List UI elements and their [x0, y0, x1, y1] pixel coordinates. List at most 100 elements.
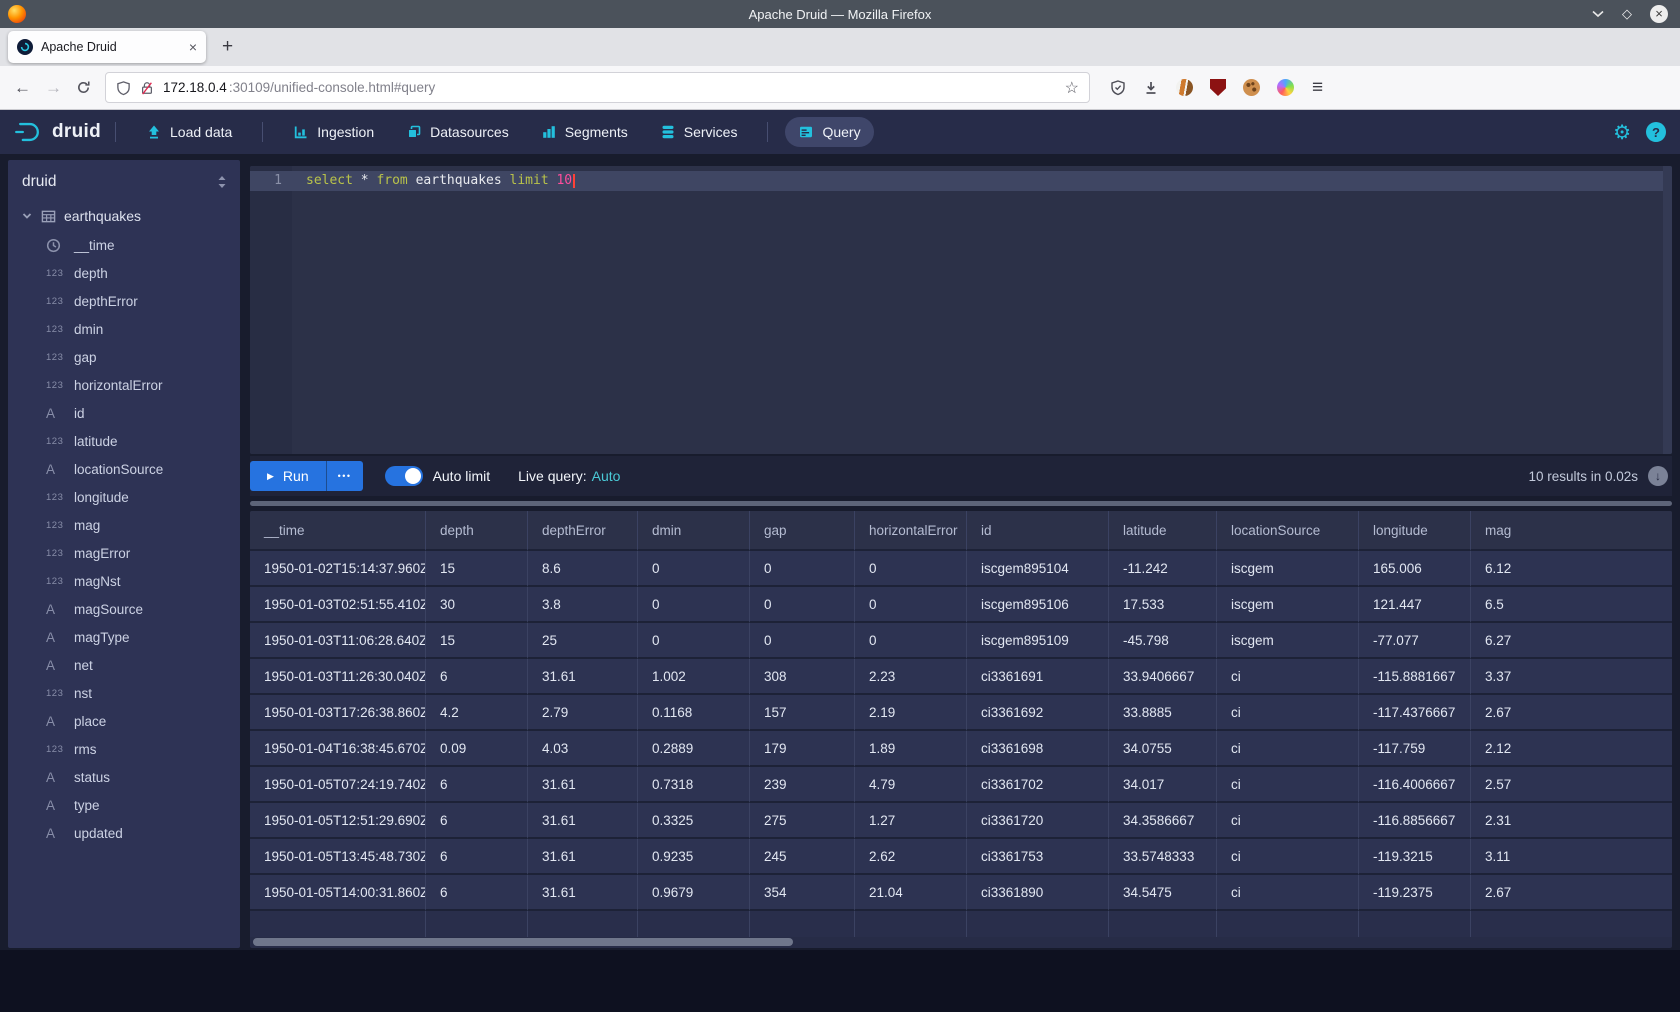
cell[interactable]: -115.8881667 — [1359, 659, 1471, 695]
cell[interactable]: 4.79 — [855, 767, 967, 803]
cell[interactable]: iscgem — [1217, 587, 1359, 623]
cell[interactable]: 6 — [426, 767, 528, 803]
cell[interactable]: 354 — [750, 875, 855, 911]
cell[interactable]: 1.27 — [855, 803, 967, 839]
cell[interactable]: 6.5 — [1471, 587, 1672, 623]
sidebar-column-longitude[interactable]: 123longitude — [8, 483, 240, 511]
cell[interactable]: 33.8885 — [1109, 695, 1217, 731]
cell[interactable]: 308 — [750, 659, 855, 695]
sidebar-column-latitude[interactable]: 123latitude — [8, 427, 240, 455]
sidebar-column-id[interactable]: Aid — [8, 399, 240, 427]
menu-hamburger-icon[interactable]: ≡ — [1312, 77, 1323, 99]
cell[interactable]: 121.447 — [1359, 587, 1471, 623]
cell[interactable]: 1950-01-05T07:24:19.740Z — [250, 767, 426, 803]
cell[interactable]: 3.8 — [528, 587, 638, 623]
sidebar-column-depth[interactable]: 123depth — [8, 259, 240, 287]
auto-limit-toggle[interactable] — [385, 466, 423, 486]
sidebar-column-dmin[interactable]: 123dmin — [8, 315, 240, 343]
nav-item-load-data[interactable]: Load data — [133, 117, 245, 147]
cell[interactable]: ci3361702 — [967, 767, 1109, 803]
sidebar-column-magType[interactable]: AmagType — [8, 623, 240, 651]
cell[interactable]: 4.03 — [528, 731, 638, 767]
cell[interactable]: 2.62 — [855, 839, 967, 875]
cell[interactable]: iscgem — [1217, 623, 1359, 659]
cell[interactable]: 6 — [426, 839, 528, 875]
run-button[interactable]: ▶ Run — [250, 461, 326, 491]
cell[interactable]: 31.61 — [528, 875, 638, 911]
sidebar-column-gap[interactable]: 123gap — [8, 343, 240, 371]
cell[interactable]: 0.9679 — [638, 875, 750, 911]
cell[interactable]: 0.2889 — [638, 731, 750, 767]
cell[interactable]: 34.3586667 — [1109, 803, 1217, 839]
cell[interactable]: 165.006 — [1359, 551, 1471, 587]
cell[interactable]: 15 — [426, 551, 528, 587]
cell[interactable]: 0 — [638, 551, 750, 587]
sidebar-column-status[interactable]: Astatus — [8, 763, 240, 791]
column-header-latitude[interactable]: latitude — [1109, 511, 1217, 551]
horizontal-scrollbar-thumb[interactable] — [253, 938, 793, 946]
nav-item-ingestion[interactable]: Ingestion — [280, 117, 387, 147]
cell[interactable]: ci — [1217, 767, 1359, 803]
cell[interactable]: 6.27 — [1471, 623, 1672, 659]
cell[interactable]: 0 — [855, 623, 967, 659]
cell[interactable]: 1.89 — [855, 731, 967, 767]
help-icon[interactable]: ? — [1646, 122, 1666, 142]
sql-editor[interactable]: 1 select * from earthquakes limit 10 — [250, 166, 1672, 454]
cell[interactable]: 2.67 — [1471, 695, 1672, 731]
cell[interactable]: -11.242 — [1109, 551, 1217, 587]
cell[interactable]: 2.19 — [855, 695, 967, 731]
back-button[interactable]: ← — [14, 78, 31, 98]
sidebar-column-magSource[interactable]: AmagSource — [8, 595, 240, 623]
cell[interactable]: 25 — [528, 623, 638, 659]
panel-splitter-handle[interactable] — [250, 501, 1672, 506]
cell[interactable]: 6.12 — [1471, 551, 1672, 587]
cell[interactable]: 1950-01-02T15:14:37.960Z — [250, 551, 426, 587]
cell[interactable]: ci — [1217, 803, 1359, 839]
sidebar-column-magError[interactable]: 123magError — [8, 539, 240, 567]
sidebar-column-__time[interactable]: __time — [8, 231, 240, 259]
cell[interactable]: 1950-01-04T16:38:45.670Z — [250, 731, 426, 767]
column-header-depth[interactable]: depth — [426, 511, 528, 551]
cell[interactable]: 8.6 — [528, 551, 638, 587]
chevron-down-icon[interactable] — [21, 210, 33, 222]
tracking-shield-icon[interactable] — [116, 80, 131, 96]
cell[interactable]: 31.61 — [528, 839, 638, 875]
column-header-longitude[interactable]: longitude — [1359, 511, 1471, 551]
nav-item-segments[interactable]: Segments — [528, 117, 641, 147]
cell[interactable]: 0 — [750, 551, 855, 587]
cell[interactable]: 31.61 — [528, 803, 638, 839]
shield-check-icon[interactable] — [1110, 79, 1126, 96]
nav-item-query[interactable]: Query — [785, 117, 873, 147]
lock-slash-icon[interactable] — [140, 80, 154, 96]
sidebar-column-depthError[interactable]: 123depthError — [8, 287, 240, 315]
colorful-asterisk-extension-icon[interactable] — [1277, 79, 1294, 96]
cell[interactable]: ci3361720 — [967, 803, 1109, 839]
cell[interactable]: 34.0755 — [1109, 731, 1217, 767]
cell[interactable]: 0 — [750, 587, 855, 623]
cell[interactable]: 33.9406667 — [1109, 659, 1217, 695]
cell[interactable]: 0.7318 — [638, 767, 750, 803]
cell[interactable]: ci — [1217, 875, 1359, 911]
column-header-mag[interactable]: mag — [1471, 511, 1672, 551]
cell[interactable]: 2.31 — [1471, 803, 1672, 839]
cell[interactable]: 179 — [750, 731, 855, 767]
editor-empty-area[interactable] — [292, 191, 1672, 454]
cell[interactable]: 0 — [855, 551, 967, 587]
cell[interactable]: 6 — [426, 659, 528, 695]
cell[interactable]: 3.11 — [1471, 839, 1672, 875]
column-header-locationSource[interactable]: locationSource — [1217, 511, 1359, 551]
sidebar-column-type[interactable]: Atype — [8, 791, 240, 819]
double-caret-sort-icon[interactable] — [216, 175, 228, 189]
tab-close-icon[interactable]: × — [189, 39, 197, 55]
sidebar-column-net[interactable]: Anet — [8, 651, 240, 679]
cell[interactable]: ci — [1217, 659, 1359, 695]
cell[interactable]: -117.4376667 — [1359, 695, 1471, 731]
column-header-gap[interactable]: gap — [750, 511, 855, 551]
cell[interactable]: 2.57 — [1471, 767, 1672, 803]
reload-button[interactable] — [76, 80, 91, 95]
cell[interactable]: 6 — [426, 875, 528, 911]
cell[interactable]: ci3361698 — [967, 731, 1109, 767]
cell[interactable]: ci3361753 — [967, 839, 1109, 875]
cell[interactable]: -77.077 — [1359, 623, 1471, 659]
sidebar-column-place[interactable]: Aplace — [8, 707, 240, 735]
